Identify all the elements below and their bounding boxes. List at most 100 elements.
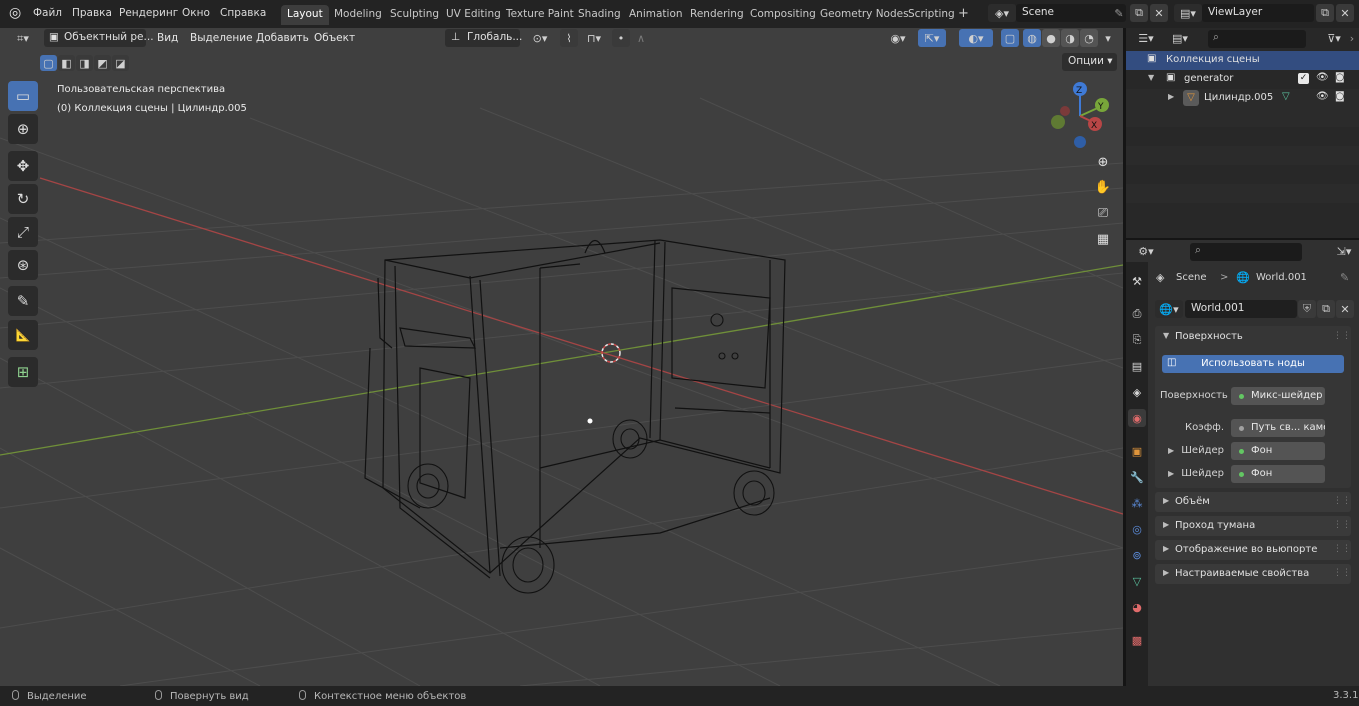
tab-sculpting[interactable]: Sculpting xyxy=(384,5,445,25)
particles-tab-icon[interactable]: ⁂ xyxy=(1128,494,1146,512)
texture-tab-icon[interactable]: ▩ xyxy=(1128,631,1146,649)
proportional-edit-icon[interactable]: • xyxy=(612,29,630,47)
transform-orientation-dropdown[interactable]: ⊥ Глобаль... xyxy=(445,29,522,47)
pin-scene-icon[interactable]: ✎ xyxy=(1110,4,1128,22)
add-workspace-button[interactable]: + xyxy=(952,3,975,23)
new-view-layer-icon[interactable]: ⧉ xyxy=(1316,4,1334,22)
select-mode-extend-icon[interactable]: ◧ xyxy=(58,55,75,71)
drag-handle-icon[interactable]: ⋮⋮ xyxy=(1333,520,1351,530)
material-shading-icon[interactable]: ◑ xyxy=(1061,29,1079,47)
select-mode-subtract-icon[interactable]: ◨ xyxy=(76,55,93,71)
menu-edit[interactable]: Правка xyxy=(72,7,112,19)
world-selector-icon[interactable]: 🌐▾ xyxy=(1155,300,1183,318)
menu-render[interactable]: Рендеринг xyxy=(119,7,178,19)
gizmo-toggle-icon[interactable]: ⇱▾ xyxy=(918,29,946,47)
world-tab-icon[interactable]: ◉ xyxy=(1128,409,1146,427)
outliner-search-input[interactable]: ⌕ xyxy=(1208,30,1306,48)
menu-file[interactable]: Файл xyxy=(33,7,62,19)
surface-panel-header[interactable]: ▼ Поверхность xyxy=(1155,327,1351,347)
wireframe-shading-icon[interactable]: ◍ xyxy=(1023,29,1041,47)
menu-add[interactable]: Добавить xyxy=(256,32,309,44)
fake-user-shield-icon[interactable]: ⛨ xyxy=(1298,300,1316,318)
blender-logo-icon[interactable]: ◎ xyxy=(9,5,21,21)
select-box-tool[interactable]: ▭ xyxy=(8,81,38,111)
rotate-tool[interactable]: ↻ xyxy=(8,184,38,214)
annotate-tool[interactable]: ✎ xyxy=(8,286,38,316)
volume-panel-header[interactable]: ▶ Объём ⋮⋮ xyxy=(1155,492,1351,512)
outliner-row-cylinder[interactable]: ▶ ▽ Цилиндр.005 ▽ 👁 ◙ xyxy=(1126,89,1359,108)
transform-tool[interactable]: ⊛ xyxy=(8,250,38,280)
tab-shading[interactable]: Shading xyxy=(572,5,627,25)
properties-search-input[interactable]: ⌕ xyxy=(1190,243,1302,261)
new-scene-icon[interactable]: ⧉ xyxy=(1130,4,1148,22)
duplicate-world-icon[interactable]: ⧉ xyxy=(1317,300,1335,318)
drag-handle-icon[interactable]: ⋮⋮ xyxy=(1333,568,1351,578)
tab-texture-paint[interactable]: Texture Paint xyxy=(500,5,580,25)
solid-shading-icon[interactable]: ● xyxy=(1042,29,1060,47)
menu-object[interactable]: Объект xyxy=(314,32,355,44)
tab-rendering[interactable]: Rendering xyxy=(684,5,750,25)
world-name-field[interactable]: World.001 xyxy=(1185,300,1297,318)
options-dropdown[interactable]: Опции ▾ xyxy=(1062,53,1117,71)
properties-editor-type-icon[interactable]: ⚙▾ xyxy=(1132,242,1160,260)
tab-layout[interactable]: Layout xyxy=(281,5,329,25)
camera-view-icon[interactable]: ⎚ xyxy=(1092,202,1114,224)
tab-modeling[interactable]: Modeling xyxy=(328,5,388,25)
factor-field[interactable]: Путь св... камер xyxy=(1231,419,1325,437)
expand-arrow-icon[interactable]: ▼ xyxy=(1148,73,1154,82)
render-tab-icon[interactable]: ⎙ xyxy=(1128,305,1146,323)
tab-animation[interactable]: Animation xyxy=(623,5,689,25)
measure-tool[interactable]: 📐 xyxy=(8,320,38,350)
properties-options-icon[interactable]: ⇲▾ xyxy=(1332,242,1356,260)
perspective-toggle-icon[interactable]: ▦ xyxy=(1092,228,1114,250)
snap-icon[interactable]: ⌇ xyxy=(560,29,578,47)
custom-properties-panel-header[interactable]: ▶ Настраиваемые свойства ⋮⋮ xyxy=(1155,564,1351,584)
drag-handle-icon[interactable]: ⋮⋮ xyxy=(1333,544,1351,554)
modifier-tab-icon[interactable]: 🔧 xyxy=(1128,468,1146,486)
snap-target-icon[interactable]: ⊓▾ xyxy=(582,29,606,47)
outliner-row-generator[interactable]: ▼ ▣ generator ✓ 👁 ◙ xyxy=(1126,70,1359,89)
delete-view-layer-icon[interactable]: ✕ xyxy=(1336,4,1354,22)
menu-window[interactable]: Окно xyxy=(182,7,210,19)
mist-pass-panel-header[interactable]: ▶ Проход тумана ⋮⋮ xyxy=(1155,516,1351,536)
view-layer-tab-icon[interactable]: ▤ xyxy=(1128,357,1146,375)
tab-compositing[interactable]: Compositing xyxy=(744,5,822,25)
view-layer-field[interactable]: ViewLayer xyxy=(1202,4,1314,22)
outliner-row-scene-collection[interactable]: ▣ Коллекция сцены xyxy=(1126,51,1359,70)
eye-icon[interactable]: 👁 xyxy=(1316,91,1329,102)
menu-help[interactable]: Справка xyxy=(220,7,266,19)
visibility-filter-icon[interactable]: ◉▾ xyxy=(884,29,912,47)
outliner-editor-type-icon[interactable]: ☰▾ xyxy=(1132,29,1160,47)
select-mode-new-icon[interactable]: ▢ xyxy=(40,55,57,71)
viewport-display-panel-header[interactable]: ▶ Отображение во вьюпорте ⋮⋮ xyxy=(1155,540,1351,560)
scroll-arrow-icon[interactable]: › xyxy=(1346,29,1358,47)
falloff-icon[interactable]: ∧ xyxy=(632,29,650,47)
overlays-toggle-icon[interactable]: ◐▾ xyxy=(959,29,993,47)
mode-selector[interactable]: ▣ Объектный ре... xyxy=(44,29,154,47)
modifier-icon[interactable]: ▽ xyxy=(1282,91,1290,102)
view-layer-selector-icon[interactable]: ▤▾ xyxy=(1174,4,1202,22)
select-mode-invert-icon[interactable]: ◩ xyxy=(94,55,111,71)
physics-tab-icon[interactable]: ◎ xyxy=(1128,520,1146,538)
pivot-point-icon[interactable]: ⊙▾ xyxy=(527,29,553,47)
pan-hand-icon[interactable]: ✋ xyxy=(1092,176,1114,198)
use-nodes-button[interactable]: ◫ Использовать ноды xyxy=(1162,355,1344,373)
editor-type-icon[interactable]: ⌗▾ xyxy=(8,30,38,48)
navigation-gizmo[interactable]: Z Y X xyxy=(1045,78,1115,150)
xray-toggle-icon[interactable]: ▢ xyxy=(1001,29,1019,47)
move-tool[interactable]: ✥ xyxy=(8,151,38,181)
shader-1-field[interactable]: Фон xyxy=(1231,442,1325,460)
drag-handle-icon[interactable]: ⋮⋮ xyxy=(1333,331,1351,341)
scale-tool[interactable]: ⤢ xyxy=(8,217,38,247)
scene-tab-icon[interactable]: ◈ xyxy=(1128,383,1146,401)
tab-uv-editing[interactable]: UV Editing xyxy=(440,5,507,25)
rendered-shading-icon[interactable]: ◔ xyxy=(1080,29,1098,47)
expand-arrow-icon[interactable]: ▶ xyxy=(1168,92,1174,101)
cursor-tool[interactable]: ⊕ xyxy=(8,114,38,144)
pin-icon[interactable]: ✎ xyxy=(1340,271,1349,284)
shader-2-field[interactable]: Фон xyxy=(1231,465,1325,483)
tab-geometry-nodes[interactable]: Geometry Nodes xyxy=(814,5,915,25)
tool-tab-icon[interactable]: ⚒ xyxy=(1128,272,1146,290)
material-tab-icon[interactable]: ◕ xyxy=(1128,598,1146,616)
menu-select[interactable]: Выделение xyxy=(190,32,253,44)
